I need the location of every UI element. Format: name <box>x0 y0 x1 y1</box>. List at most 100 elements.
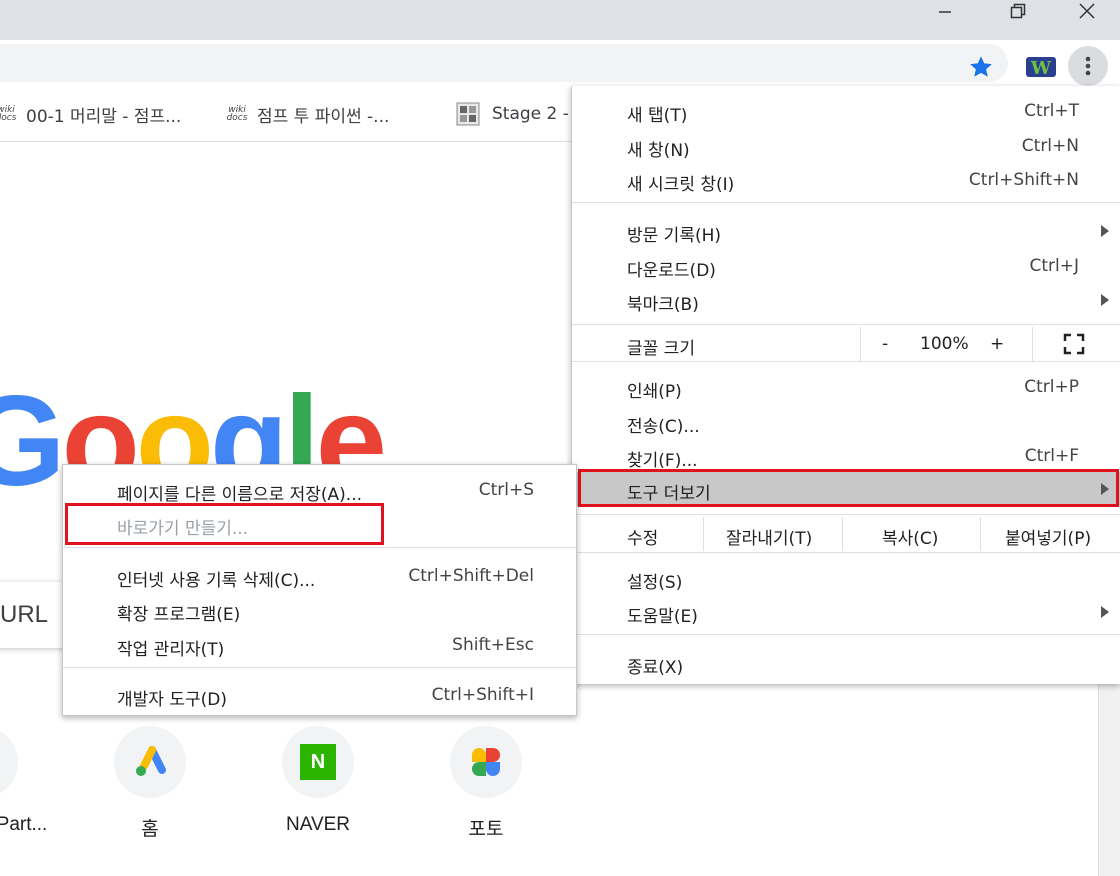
menu-item-shortcut: Ctrl+J <box>1029 256 1079 276</box>
bookmark-item[interactable]: Stage 2 - <box>456 100 569 128</box>
menu-item-exit[interactable]: 종료(X) <box>572 646 1120 680</box>
submenu-item-save-as[interactable]: 페이지를 다른 이름으로 저장(A)... Ctrl+S <box>63 473 576 507</box>
paste-button[interactable]: 붙여넣기(P) <box>1005 524 1091 549</box>
close-button[interactable] <box>1064 0 1110 22</box>
shortcut-tile[interactable]: N <box>282 726 354 798</box>
shortcut-label: 홈 <box>141 819 159 840</box>
menu-item-bookmarks[interactable]: 북마크(B) <box>572 283 1120 317</box>
more-vert-icon <box>1085 56 1091 76</box>
menu-item-zoom: 글꼴 크기 - 100% + <box>572 327 1120 361</box>
minimize-icon <box>939 11 951 13</box>
menu-item-label: 찾기(F)... <box>627 451 698 471</box>
menu-item-settings[interactable]: 설정(S) <box>572 561 1120 595</box>
address-bar[interactable] <box>0 44 1008 82</box>
menu-item-shortcut: Ctrl+Shift+I <box>431 685 534 705</box>
submenu-item-task-manager[interactable]: 작업 관리자(T) Shift+Esc <box>63 628 576 662</box>
menu-item-incognito[interactable]: 새 시크릿 창(I) Ctrl+Shift+N <box>572 163 1120 197</box>
menu-item-label: 다운로드(D) <box>627 261 716 281</box>
menu-separator <box>572 514 1120 515</box>
chrome-menu-button[interactable] <box>1068 46 1108 86</box>
menu-item-label: 방문 기록(H) <box>627 226 722 246</box>
menu-item-label: 페이지를 다른 이름으로 저장(A)... <box>117 485 362 505</box>
edit-divider <box>980 517 981 551</box>
menu-item-shortcut: Ctrl+S <box>478 480 534 500</box>
wiki-docs-icon: wikidocs <box>226 105 248 123</box>
bookmark-item[interactable]: wiki docs 점프 투 파이썬 -... <box>225 100 390 128</box>
menu-item-shortcut: Ctrl+Shift+Del <box>408 566 534 586</box>
submenu-item-extensions[interactable]: 확장 프로그램(E) <box>63 593 576 627</box>
menu-item-shortcut: Shift+Esc <box>452 635 534 655</box>
edit-divider <box>842 517 843 551</box>
menu-item-label: 글꼴 크기 <box>627 339 695 359</box>
menu-item-shortcut: Ctrl+Shift+N <box>968 170 1079 190</box>
more-tools-submenu: 페이지를 다른 이름으로 저장(A)... Ctrl+S 바로가기 만들기...… <box>62 464 577 716</box>
star-icon <box>970 56 992 77</box>
menu-separator <box>572 324 1120 325</box>
zoom-divider <box>860 327 861 361</box>
menu-item-label: 전송(C)... <box>627 417 700 437</box>
submenu-item-dev-tools[interactable]: 개발자 도구(D) Ctrl+Shift+I <box>63 678 576 712</box>
extension-button[interactable]: W <box>1024 53 1058 81</box>
svg-text:W: W <box>1030 58 1052 79</box>
submenu-arrow-icon <box>1101 225 1109 237</box>
menu-item-label: 작업 관리자(T) <box>117 640 225 660</box>
menu-item-shortcut: Ctrl+N <box>1021 136 1079 156</box>
menu-item-label: 설정(S) <box>627 573 683 593</box>
cut-button[interactable]: 잘라내기(T) <box>726 524 812 549</box>
restore-button[interactable] <box>995 0 1041 22</box>
fullscreen-icon[interactable] <box>1063 333 1085 355</box>
menu-item-help[interactable]: 도움말(E) <box>572 595 1120 629</box>
menu-item-label: 수정 <box>627 529 659 549</box>
menu-item-label: 새 창(N) <box>627 141 690 161</box>
bookmark-label: 점프 투 파이썬 -... <box>257 106 390 127</box>
submenu-arrow-icon <box>1101 294 1109 306</box>
shortcut-label: NAVER <box>285 814 351 835</box>
menu-item-print[interactable]: 인쇄(P) Ctrl+P <box>572 370 1120 404</box>
minimize-button[interactable] <box>922 0 968 22</box>
zoom-in-button[interactable]: + <box>990 334 1004 354</box>
bookmark-label: 00-1 머리말 - 점프... <box>26 106 182 127</box>
bookmark-label: Stage 2 - <box>492 104 569 124</box>
menu-item-shortcut: Ctrl+F <box>1024 446 1079 466</box>
menu-item-label: 새 시크릿 창(I) <box>627 175 735 195</box>
page-scrollbar[interactable] <box>1098 684 1120 876</box>
menu-item-downloads[interactable]: 다운로드(D) Ctrl+J <box>572 249 1120 283</box>
menu-item-edit: 수정 잘라내기(T) 복사(C) 붙여넣기(P) <box>572 517 1120 551</box>
menu-separator <box>63 547 576 548</box>
menu-item-new-tab[interactable]: 새 탭(T) Ctrl+T <box>572 94 1120 128</box>
menu-item-history[interactable]: 방문 기록(H) <box>572 214 1120 248</box>
highlight-box <box>578 469 1119 507</box>
menu-item-label: 새 탭(T) <box>627 106 688 126</box>
bookmark-star-button[interactable] <box>966 52 996 82</box>
naver-icon: N <box>300 744 336 780</box>
menu-item-cast[interactable]: 전송(C)... <box>572 405 1120 439</box>
menu-item-label: 북마크(B) <box>627 295 699 315</box>
copy-button[interactable]: 복사(C) <box>882 524 938 549</box>
menu-item-label: 도움말(E) <box>627 607 698 627</box>
menu-item-new-window[interactable]: 새 창(N) Ctrl+N <box>572 129 1120 163</box>
shortcut-tile[interactable] <box>0 726 18 798</box>
search-placeholder: URL <box>0 601 49 628</box>
menu-item-find[interactable]: 찾기(F)... Ctrl+F <box>572 439 1120 473</box>
bookmark-item[interactable]: wikidocs 00-1 머리말 - 점프... <box>0 100 181 128</box>
edit-divider <box>703 517 704 551</box>
google-photos-icon <box>472 748 500 776</box>
menu-item-shortcut: Ctrl+T <box>1024 101 1079 121</box>
logo-letter: G <box>0 370 66 513</box>
menu-separator <box>63 667 576 668</box>
zoom-divider <box>1032 327 1033 361</box>
shortcut-tile[interactable] <box>450 726 522 798</box>
menu-item-label: 인터넷 사용 기록 삭제(C)... <box>117 571 316 591</box>
stage-icon <box>456 102 480 126</box>
menu-separator <box>572 202 1120 203</box>
close-icon <box>1079 3 1095 19</box>
menu-separator <box>572 361 1120 362</box>
zoom-out-button[interactable]: - <box>882 334 888 354</box>
submenu-item-clear-data[interactable]: 인터넷 사용 기록 삭제(C)... Ctrl+Shift+Del <box>63 559 576 593</box>
chrome-main-menu: 새 탭(T) Ctrl+T 새 창(N) Ctrl+N 새 시크릿 창(I) C… <box>571 86 1120 684</box>
extension-w-icon: W <box>1026 57 1056 79</box>
submenu-arrow-icon <box>1101 606 1109 618</box>
menu-item-label: 인쇄(P) <box>627 382 682 402</box>
shortcut-label: Part... <box>0 814 48 835</box>
shortcut-tile[interactable] <box>114 726 186 798</box>
